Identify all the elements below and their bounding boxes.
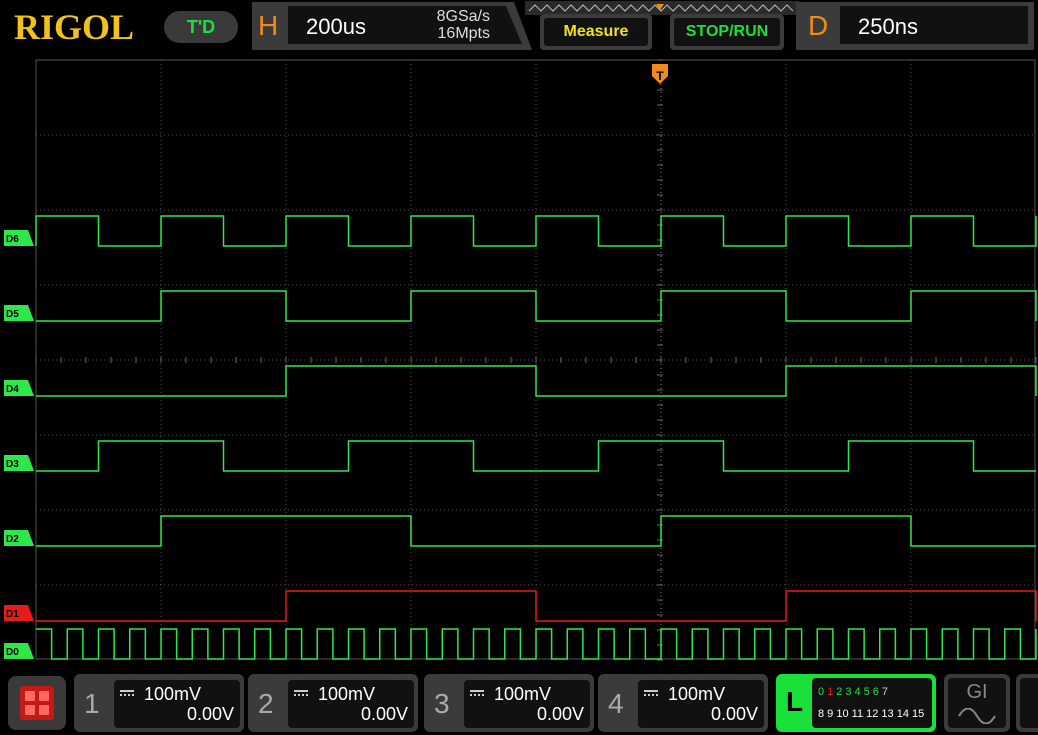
channel-1-panel[interactable]: 1 100mV 0.00V <box>74 674 244 732</box>
sample-rate: 8GSa/s <box>436 8 490 25</box>
channel-tag-label: D2 <box>6 534 19 545</box>
logic-channel-3: 3 <box>845 686 855 698</box>
logic-channel-1: 1 <box>827 686 837 698</box>
logic-channel-7: 7 <box>881 686 891 698</box>
logic-channel-6: 6 <box>872 686 882 698</box>
channel-tag-label: D4 <box>6 384 19 395</box>
main-menu-button[interactable] <box>8 676 66 730</box>
channel-number: 4 <box>608 688 624 719</box>
trigger-mode-button[interactable]: T'D <box>164 11 238 43</box>
trace-d6 <box>35 215 1037 247</box>
trace-d4 <box>36 365 1037 397</box>
channel-scale: 100mV <box>494 684 552 704</box>
trigger-marker-label: T <box>656 69 664 83</box>
delay-value: 250ns <box>858 14 918 39</box>
trace-d0 <box>36 628 1037 660</box>
channel-number: 1 <box>84 688 100 719</box>
channel-offset: 0.00V <box>360 704 408 724</box>
digital-traces <box>35 215 1037 660</box>
rigol-logo: RIGOL <box>14 7 135 47</box>
delay-panel[interactable]: D 250ns <box>796 2 1034 50</box>
horizontal-label: H <box>258 10 279 41</box>
logic-channel-5: 5 <box>863 686 873 698</box>
channel-tag-label: D6 <box>6 234 19 245</box>
channel-3-panel[interactable]: 3 100mV 0.00V <box>424 674 594 732</box>
grid <box>35 59 1037 661</box>
logic-label: L <box>786 686 804 717</box>
dc-coupling-icon <box>294 690 308 698</box>
channel-2-panel[interactable]: 2 100mV 0.00V <box>248 674 418 732</box>
logic-analyzer-panel[interactable]: L 01234567 8 9 10 11 12 13 14 15 <box>776 674 936 732</box>
trigger-marker[interactable]: T <box>652 64 668 84</box>
channel-offset: 0.00V <box>710 704 758 724</box>
memory-position-track[interactable] <box>525 1 799 15</box>
trace-d5 <box>36 290 1037 322</box>
timebase-value: 200us <box>306 14 366 39</box>
dc-coupling-icon <box>120 690 134 698</box>
logic-channels-8-15: 8 9 10 11 12 13 14 15 <box>818 708 925 720</box>
logic-channel-2: 2 <box>836 686 846 698</box>
channel-tag-label: D0 <box>6 647 19 658</box>
logic-channel-4: 4 <box>854 686 864 698</box>
channel-tag-label: D1 <box>6 609 19 620</box>
channel-scale: 100mV <box>668 684 726 704</box>
channel-number: 3 <box>434 688 450 719</box>
logic-channels-0-7: 01234567 <box>818 686 891 698</box>
trace-d1 <box>36 590 1037 622</box>
dc-coupling-icon <box>644 690 658 698</box>
channel-labels: D6 D5 D4 D3 D2 D1 D0 <box>4 230 34 659</box>
bottom-toolbar: 1 100mV 0.00V 2 100mV 0.00V 3 100mV 0.00… <box>0 666 1038 735</box>
memory-depth: 16Mpts <box>437 25 490 42</box>
waveform-display[interactable]: D6 D5 D4 D3 D2 D1 D0 T <box>0 56 1038 666</box>
channel-number: 2 <box>258 688 274 719</box>
channel-scale: 100mV <box>318 684 376 704</box>
channel-offset: 0.00V <box>536 704 584 724</box>
sine-wave-icon <box>958 708 996 724</box>
channel-offset: 0.00V <box>186 704 234 724</box>
menu-icon <box>20 686 54 720</box>
channel-tag-label: D5 <box>6 309 19 320</box>
horizontal-timebase-panel[interactable]: H 200us 8GSa/s 16Mpts <box>252 2 532 50</box>
dc-coupling-icon <box>470 690 484 698</box>
channel-scale: 100mV <box>144 684 202 704</box>
measure-button[interactable]: Measure <box>540 14 652 50</box>
logic-channel-0: 0 <box>818 686 828 698</box>
channel-4-panel[interactable]: 4 100mV 0.00V <box>598 674 768 732</box>
delay-label: D <box>808 10 829 41</box>
top-toolbar: RIGOL T'D H 200us 8GSa/s 16Mpts Measure … <box>0 0 1038 56</box>
generator-label: GI <box>966 681 988 703</box>
stop-run-button[interactable]: STOP/RUN <box>670 14 784 50</box>
more-panel-button[interactable] <box>1016 674 1038 732</box>
channel-tag-label: D3 <box>6 459 19 470</box>
signal-generator-button[interactable]: GI <box>944 674 1010 732</box>
